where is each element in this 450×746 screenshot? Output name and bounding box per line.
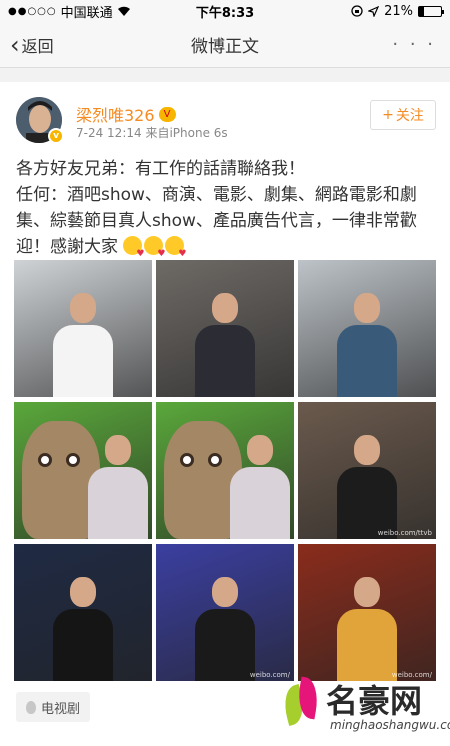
username: 梁烈唯326 [76, 106, 155, 125]
watermark-url: minghaoshangwu.com [330, 718, 450, 732]
more-options-button[interactable]: · · · [392, 34, 436, 55]
plus-icon: + [382, 107, 394, 123]
username-link[interactable]: 梁烈唯326 V [76, 102, 176, 126]
page-title: 微博正文 [191, 37, 259, 57]
battery-icon [418, 5, 444, 17]
weibo-post-card: v 梁烈唯326 V 7-24 12:14 来自iPhone 6s + 关注 各… [0, 82, 450, 746]
back-button[interactable]: ‹ 返回 [10, 33, 54, 57]
photo-watermark: weibo.com/ttvb [377, 529, 432, 537]
orientation-lock-icon [351, 5, 363, 17]
follow-button[interactable]: + 关注 [370, 100, 436, 130]
post-text: 各方好友兄弟：有工作的話請聯絡我！ 任何：酒吧show、商演、電影、劇集、網路電… [16, 156, 436, 267]
post-text-line: 各方好友兄弟：有工作的話請聯絡我！ [16, 159, 305, 179]
flame-icon [26, 700, 36, 714]
photo-6[interactable]: weibo.com/ttvb [298, 402, 436, 539]
photo-8[interactable]: weibo.com/ [156, 544, 294, 681]
wifi-icon [117, 6, 130, 16]
verified-badge: v [48, 128, 64, 144]
kiss-emoji-icon [123, 236, 144, 267]
person-figure [229, 429, 290, 539]
tag-label: 电视剧 [41, 701, 81, 717]
navigation-bar: ‹ 返回 微博正文 · · · [0, 22, 450, 68]
topic-tag[interactable]: 电视剧 [16, 692, 91, 722]
carrier-label: 中国联通 [60, 5, 113, 21]
clock: 下午8:33 [195, 5, 255, 21]
back-label: 返回 [21, 36, 54, 56]
photo-2[interactable] [156, 260, 294, 397]
kiss-emoji-icon [144, 236, 165, 267]
post-text-line: 任何：酒吧show、商演、電影、劇集、網路電影和劇集、綜藝節目真人show、產品… [16, 185, 417, 257]
kiss-emoji-icon [165, 236, 186, 267]
battery-percent: 21% [384, 3, 413, 19]
photo-1[interactable] [14, 260, 152, 397]
image-grid: weibo.com/ttvb weibo.com/weibo.com/ [14, 260, 436, 681]
photo-4[interactable] [14, 402, 152, 539]
leaf-logo-icon [279, 676, 322, 728]
person-figure [337, 429, 397, 539]
photo-5[interactable] [156, 402, 294, 539]
vip-badge-icon: V [158, 106, 176, 122]
site-watermark-logo: 名豪网 minghaoshangwu.com [279, 672, 450, 740]
watermark-name: 名豪网 [326, 682, 423, 720]
person-figure [195, 571, 255, 681]
status-bar: ●●○○○ 中国联通 下午8:33 21% [0, 0, 450, 22]
person-figure [337, 287, 397, 397]
battery-fill [419, 6, 424, 16]
person-figure [337, 571, 397, 681]
signal-icon: ●●○○○ [8, 5, 57, 17]
chevron-left-icon: ‹ [10, 30, 20, 59]
person-figure [87, 429, 148, 539]
location-icon [368, 5, 380, 17]
person-figure [53, 287, 113, 397]
person-figure [53, 571, 113, 681]
photo-7[interactable] [14, 544, 152, 681]
post-meta: 7-24 12:14 来自iPhone 6s [76, 126, 228, 140]
photo-9[interactable]: weibo.com/ [298, 544, 436, 681]
person-figure [195, 287, 255, 397]
follow-label: 关注 [395, 108, 424, 124]
photo-3[interactable] [298, 260, 436, 397]
